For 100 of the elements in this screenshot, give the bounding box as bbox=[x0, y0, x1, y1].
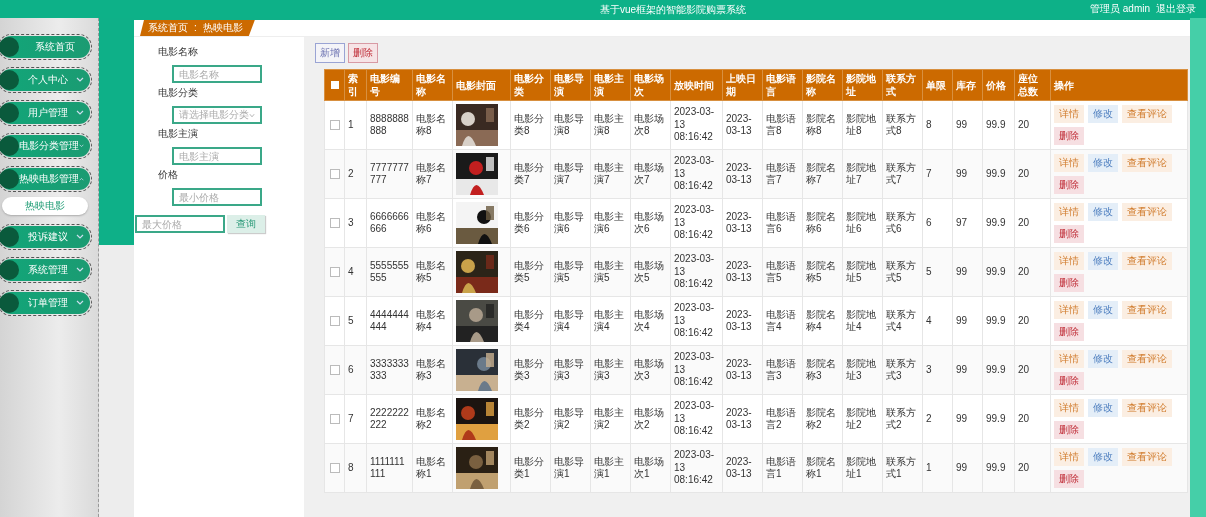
column-header: 放映时间 bbox=[670, 69, 723, 101]
comment-button[interactable]: 查看评论 bbox=[1122, 350, 1172, 368]
select-field[interactable]: 请选择电影分类 bbox=[172, 106, 262, 124]
submenu-item[interactable]: 热映电影 bbox=[2, 197, 88, 215]
delete-button[interactable]: 删除 bbox=[1054, 372, 1084, 390]
number-cell: 3333333333 bbox=[366, 345, 413, 395]
detail-button[interactable]: 详情 bbox=[1054, 350, 1084, 368]
delete-button[interactable]: 删除 bbox=[1054, 225, 1084, 243]
director-cell: 电影导演7 bbox=[550, 149, 591, 199]
column-header: 电影编号 bbox=[366, 69, 413, 101]
time-cell: 2023-03-13 08:16:42 bbox=[670, 149, 723, 199]
edit-button[interactable]: 修改 bbox=[1088, 252, 1118, 270]
comment-button[interactable]: 查看评论 bbox=[1122, 448, 1172, 466]
number-cell: 8888888888 bbox=[366, 100, 413, 150]
time-cell: 2023-03-13 08:16:42 bbox=[670, 394, 723, 444]
input-field[interactable]: 电影名称 bbox=[172, 65, 262, 83]
edit-button[interactable]: 修改 bbox=[1088, 399, 1118, 417]
checkbox[interactable] bbox=[329, 267, 340, 277]
menu-item[interactable]: 系统管理 bbox=[0, 259, 90, 281]
session-cell: 电影场次5 bbox=[630, 247, 671, 297]
director-cell: 电影导演5 bbox=[550, 247, 591, 297]
delete-button[interactable]: 删除 bbox=[1054, 176, 1084, 194]
checkbox[interactable] bbox=[329, 169, 340, 179]
column-header: 电影名称 bbox=[412, 69, 453, 101]
detail-button[interactable]: 详情 bbox=[1054, 399, 1084, 417]
detail-button[interactable]: 详情 bbox=[1054, 252, 1084, 270]
menu-item[interactable]: 订单管理 bbox=[0, 292, 90, 314]
checkbox[interactable] bbox=[329, 120, 340, 130]
contact-cell: 联系方式3 bbox=[882, 345, 923, 395]
checkbox[interactable] bbox=[330, 81, 339, 89]
input-field[interactable]: 电影主演 bbox=[172, 147, 262, 165]
comment-button[interactable]: 查看评论 bbox=[1122, 203, 1172, 221]
comment-button[interactable]: 查看评论 bbox=[1122, 301, 1172, 319]
checkbox[interactable] bbox=[329, 365, 340, 375]
column-header: 影院地址 bbox=[842, 69, 883, 101]
chevron-down-icon bbox=[249, 112, 255, 118]
detail-button[interactable]: 详情 bbox=[1054, 203, 1084, 221]
checkbox[interactable] bbox=[329, 218, 340, 228]
delete-button[interactable]: 删除 bbox=[1054, 470, 1084, 488]
checkbox[interactable] bbox=[329, 316, 340, 326]
price-cell: 99.9 bbox=[982, 394, 1015, 444]
time-cell: 2023-03-13 08:16:42 bbox=[670, 296, 723, 346]
menu-item[interactable]: 用户管理 bbox=[0, 102, 90, 124]
category-cell: 电影分类4 bbox=[510, 296, 551, 346]
comment-button[interactable]: 查看评论 bbox=[1122, 154, 1172, 172]
detail-button[interactable]: 详情 bbox=[1054, 448, 1084, 466]
number-cell: 1111111111 bbox=[366, 443, 413, 493]
index-cell: 3 bbox=[344, 198, 367, 248]
edit-button[interactable]: 修改 bbox=[1088, 105, 1118, 123]
actor-cell: 电影主演2 bbox=[590, 394, 631, 444]
edit-button[interactable]: 修改 bbox=[1088, 350, 1118, 368]
comment-button[interactable]: 查看评论 bbox=[1122, 105, 1172, 123]
delete-button[interactable]: 删除 bbox=[1054, 274, 1084, 292]
edit-button[interactable]: 修改 bbox=[1088, 154, 1118, 172]
category-cell: 电影分类8 bbox=[510, 100, 551, 150]
menu-item[interactable]: 个人中心 bbox=[0, 69, 90, 91]
detail-button[interactable]: 详情 bbox=[1054, 301, 1084, 319]
session-cell: 电影场次2 bbox=[630, 394, 671, 444]
app-title: 基于vue框架的智能影院购票系统 bbox=[600, 3, 747, 17]
delete-button[interactable]: 删除 bbox=[1054, 127, 1084, 145]
time-cell: 2023-03-13 08:16:42 bbox=[670, 443, 723, 493]
actor-cell: 电影主演5 bbox=[590, 247, 631, 297]
comment-button[interactable]: 查看评论 bbox=[1122, 399, 1172, 417]
menu-item[interactable]: 系统首页 bbox=[0, 36, 90, 58]
category-cell: 电影分类5 bbox=[510, 247, 551, 297]
add-button[interactable]: 新增 bbox=[315, 43, 345, 63]
actor-cell: 电影主演7 bbox=[590, 149, 631, 199]
detail-button[interactable]: 详情 bbox=[1054, 105, 1084, 123]
edit-button[interactable]: 修改 bbox=[1088, 301, 1118, 319]
language-cell: 电影语言5 bbox=[762, 247, 803, 297]
detail-button[interactable]: 详情 bbox=[1054, 154, 1084, 172]
input-field[interactable]: 最小价格 bbox=[172, 188, 262, 206]
address-cell: 影院地址7 bbox=[842, 149, 883, 199]
director-cell: 电影导演1 bbox=[550, 443, 591, 493]
name-cell: 电影名称6 bbox=[412, 198, 453, 248]
category-cell: 电影分类1 bbox=[510, 443, 551, 493]
checkbox[interactable] bbox=[329, 463, 340, 473]
search-button[interactable]: 查询 bbox=[227, 215, 265, 233]
cinema-cell: 影院名称4 bbox=[802, 296, 843, 346]
menu-item[interactable]: 电影分类管理 bbox=[0, 135, 90, 157]
language-cell: 电影语言8 bbox=[762, 100, 803, 150]
stock-cell: 99 bbox=[952, 100, 983, 150]
category-cell: 电影分类7 bbox=[510, 149, 551, 199]
input-field[interactable]: 最大价格 bbox=[135, 215, 225, 233]
delete-button[interactable]: 删除 bbox=[1054, 421, 1084, 439]
comment-button[interactable]: 查看评论 bbox=[1122, 252, 1172, 270]
logout-link[interactable]: 退出登录 bbox=[1156, 2, 1196, 16]
edit-button[interactable]: 修改 bbox=[1088, 448, 1118, 466]
edit-button[interactable]: 修改 bbox=[1088, 203, 1118, 221]
checkbox[interactable] bbox=[329, 414, 340, 424]
menu-item[interactable]: 投诉建议 bbox=[0, 226, 90, 248]
time-cell: 2023-03-13 08:16:42 bbox=[670, 198, 723, 248]
date-cell: 2023-03-13 bbox=[722, 345, 763, 395]
delete-button[interactable]: 删除 bbox=[1054, 323, 1084, 341]
chevron-down-icon bbox=[76, 234, 84, 240]
date-cell: 2023-03-13 bbox=[722, 247, 763, 297]
director-cell: 电影导演3 bbox=[550, 345, 591, 395]
menu-item[interactable]: 热映电影管理 bbox=[0, 168, 90, 190]
delete-button[interactable]: 删除 bbox=[348, 43, 378, 63]
column-header: 电影导演 bbox=[550, 69, 591, 101]
